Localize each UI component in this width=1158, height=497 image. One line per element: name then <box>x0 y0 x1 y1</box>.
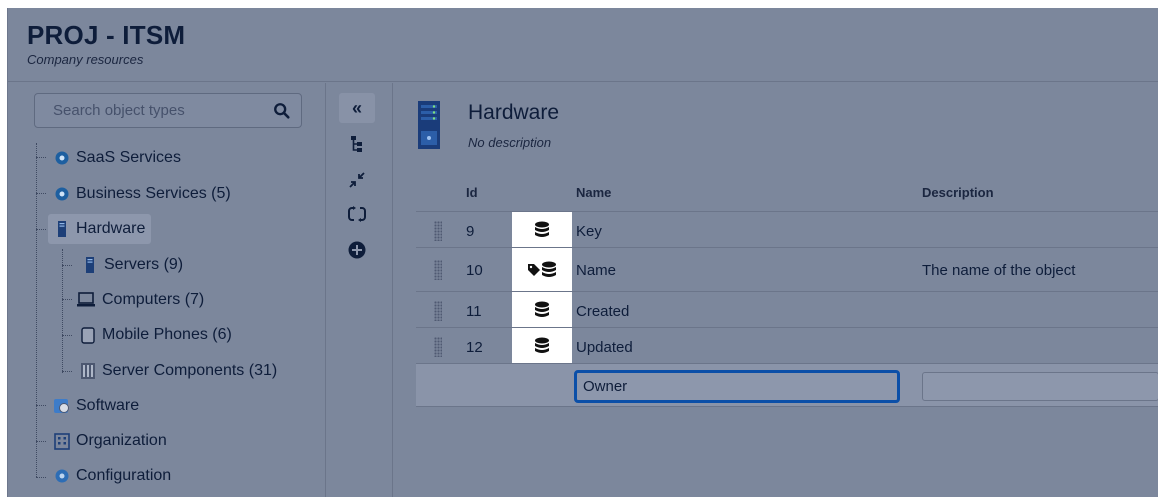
column-header-id: Id <box>466 185 478 200</box>
tree-guide <box>62 265 72 266</box>
hardware-icon <box>54 221 70 237</box>
server-components-icon <box>80 363 96 379</box>
attribute-indicator <box>512 328 572 364</box>
drag-handle-icon[interactable] <box>434 337 442 357</box>
tree-guide <box>62 371 72 372</box>
sidebar-item-label: Mobile Phones (6) <box>102 326 232 343</box>
drag-handle-icon[interactable] <box>434 301 442 321</box>
collapse-panel-button[interactable]: « <box>339 93 375 123</box>
attribute-name[interactable]: Name <box>576 262 616 279</box>
hardware-server-icon <box>418 101 440 149</box>
refresh-icon <box>348 206 366 222</box>
sidebar-item-mobile-phones[interactable]: Mobile Phones (6) <box>80 320 232 350</box>
attribute-indicator <box>512 292 572 328</box>
page-title: PROJ - ITSM <box>27 20 186 50</box>
search-icon[interactable] <box>273 102 291 120</box>
hierarchy-button[interactable] <box>339 129 375 159</box>
server-icon <box>82 257 98 273</box>
new-attribute-description-input[interactable] <box>922 372 1158 401</box>
database-icon <box>535 221 549 237</box>
mobile-phone-icon <box>80 326 96 344</box>
sidebar-item-organization[interactable]: Organization <box>54 426 167 456</box>
organization-icon <box>54 432 70 450</box>
page-subtitle: Company resources <box>27 52 144 67</box>
sidebar-item-label: Configuration <box>76 467 172 484</box>
object-type-title: Hardware <box>468 101 560 124</box>
sidebar-item-label: Business Services (5) <box>76 185 231 202</box>
sidebar-item-label: Hardware <box>76 220 146 237</box>
attribute-id: 11 <box>466 303 482 320</box>
sidebar-item-label: Servers (9) <box>104 256 184 273</box>
compress-icon <box>349 172 365 188</box>
tree-guide <box>36 477 46 478</box>
plus-circle-icon <box>348 241 366 259</box>
sidebar-item-software[interactable]: Software <box>54 391 139 421</box>
sidebar-item-business-services[interactable]: Business Services (5) <box>54 179 231 209</box>
attribute-name[interactable]: Key <box>576 223 602 240</box>
tree-guide <box>62 249 63 373</box>
table-row[interactable]: 12 Updated <box>416 327 1158 364</box>
sidebar-item-label: Server Components (31) <box>102 362 278 379</box>
column-header-name: Name <box>576 185 612 200</box>
sidebar-item-label: Computers (7) <box>102 291 205 308</box>
database-icon <box>535 301 549 317</box>
database-icon <box>535 337 549 353</box>
attribute-id: 9 <box>466 223 475 240</box>
object-type-detail: Hardware No description Id Name Descript… <box>394 83 1158 497</box>
software-icon <box>54 398 70 414</box>
sidebar-item-label: SaaS Services <box>76 149 181 166</box>
new-attribute-row <box>416 363 1158 407</box>
tree-guide <box>62 335 72 336</box>
page-header: PROJ - ITSM Company resources <box>8 8 1158 82</box>
table-header: Id Name Description <box>416 173 1158 211</box>
table-row[interactable]: 10 Name The name of the object <box>416 247 1158 292</box>
refresh-button[interactable] <box>339 199 375 229</box>
sidebar-item-servers[interactable]: Servers (9) <box>82 250 183 280</box>
sidebar-item-computers[interactable]: Computers (7) <box>76 285 204 315</box>
tree-guide <box>62 299 72 300</box>
hierarchy-icon <box>351 136 362 152</box>
new-attribute-name-input[interactable] <box>574 370 900 403</box>
configuration-icon <box>54 468 70 484</box>
tree-guide <box>36 405 46 406</box>
tree-guide <box>36 157 46 158</box>
sidebar-item-saas-services[interactable]: SaaS Services <box>54 143 181 173</box>
attribute-name[interactable]: Updated <box>576 339 633 356</box>
tree-toolbar: « <box>327 83 393 497</box>
tree-guide <box>36 229 46 230</box>
attribute-id: 12 <box>466 339 483 356</box>
attribute-name[interactable]: Created <box>576 303 629 320</box>
column-header-description: Description <box>922 185 994 200</box>
sidebar-item-hardware[interactable]: Hardware <box>48 214 152 244</box>
sidebar-item-label: Software <box>76 397 140 414</box>
tree-guide <box>36 193 46 194</box>
sidebar-item-server-components[interactable]: Server Components (31) <box>80 356 277 386</box>
double-chevron-left-icon: « <box>351 97 362 118</box>
add-object-type-button[interactable] <box>339 235 375 265</box>
tree-guide <box>36 441 46 442</box>
search-box <box>34 93 302 128</box>
attribute-indicator <box>512 212 572 248</box>
drag-handle-icon[interactable] <box>434 260 442 280</box>
business-services-icon <box>54 186 70 202</box>
object-type-description: No description <box>468 135 552 150</box>
label-tag-icon <box>528 264 540 276</box>
table-row[interactable]: 9 Key <box>416 211 1158 248</box>
computer-icon <box>76 292 96 308</box>
table-row[interactable]: 11 Created <box>416 291 1158 328</box>
search-input[interactable] <box>35 94 265 127</box>
drag-handle-icon[interactable] <box>434 221 442 241</box>
object-type-sidebar: SaaS Services Business Services (5) Hard… <box>8 83 326 497</box>
saas-icon <box>54 150 70 166</box>
app-frame: PROJ - ITSM Company resources SaaS S <box>7 8 1158 497</box>
sidebar-item-configuration[interactable]: Configuration <box>54 461 171 491</box>
sidebar-item-label: Organization <box>76 432 167 449</box>
attribute-id: 10 <box>466 262 483 279</box>
database-icon <box>542 261 556 277</box>
attribute-description: The name of the object <box>922 262 1076 279</box>
compress-button[interactable] <box>339 165 375 195</box>
attribute-indicator <box>512 248 572 292</box>
